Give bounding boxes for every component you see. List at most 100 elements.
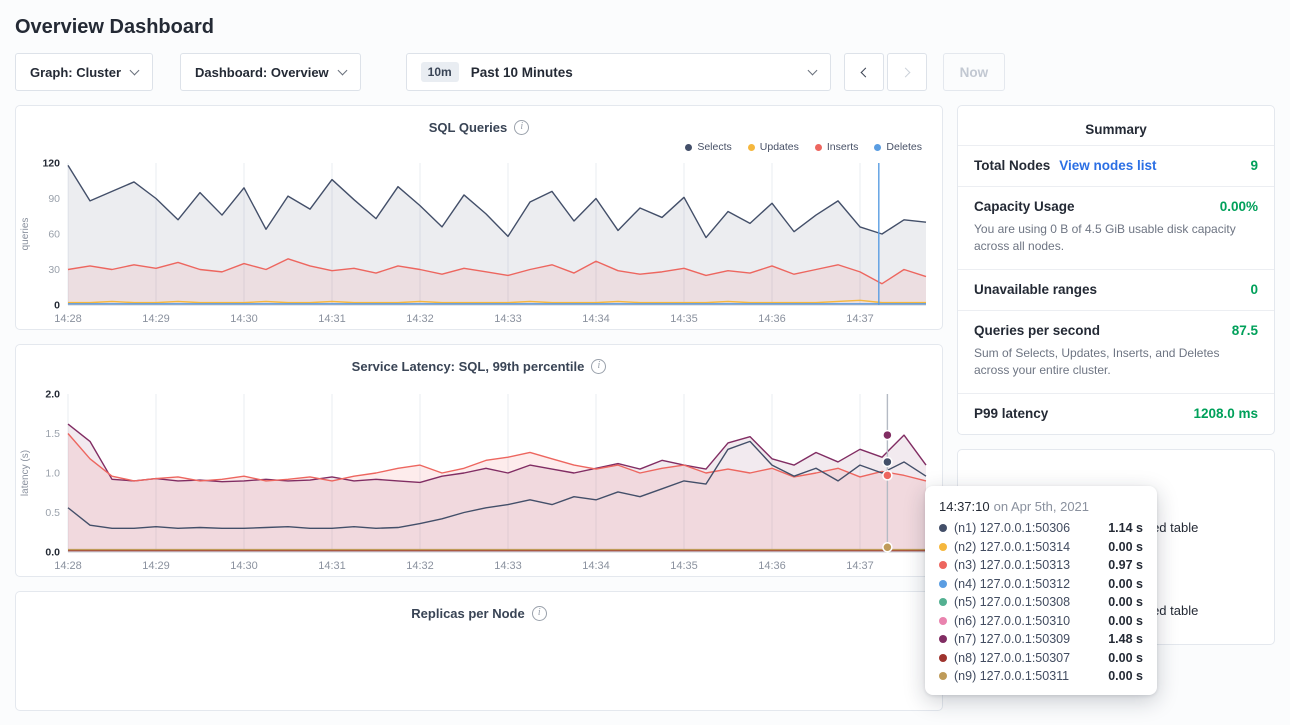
svg-text:14:37: 14:37 bbox=[846, 313, 874, 325]
tooltip-node-value: 0.00 s bbox=[1108, 595, 1143, 609]
svg-text:14:31: 14:31 bbox=[318, 560, 346, 572]
tooltip-row: (n2) 127.0.0.1:503140.00 s bbox=[939, 540, 1143, 554]
summary-subtext: You are using 0 B of 4.5 GiB usable disk… bbox=[974, 221, 1258, 256]
svg-text:14:36: 14:36 bbox=[758, 313, 786, 325]
svg-text:0: 0 bbox=[54, 300, 60, 312]
charts-column: SQL Queries SelectsUpdatesInsertsDeletes… bbox=[15, 105, 943, 725]
summary-label: Unavailable ranges bbox=[974, 282, 1097, 297]
tooltip-header: 14:37:10 on Apr 5th, 2021 bbox=[939, 499, 1143, 514]
tooltip-node-value: 1.48 s bbox=[1108, 632, 1143, 646]
svg-text:14:30: 14:30 bbox=[230, 313, 258, 325]
chevron-down-icon bbox=[807, 66, 817, 76]
tooltip-row: (n7) 127.0.0.1:503091.48 s bbox=[939, 632, 1143, 646]
chevron-left-icon bbox=[860, 67, 870, 77]
tooltip-row: (n9) 127.0.0.1:50311 0.00 s bbox=[939, 669, 1143, 683]
chart-header: Replicas per Node bbox=[16, 592, 942, 623]
summary-subtext: Sum of Selects, Updates, Inserts, and De… bbox=[974, 345, 1258, 380]
time-range-dropdown[interactable]: 10m Past 10 Minutes bbox=[406, 53, 831, 91]
chart-card-service-latency: Service Latency: SQL, 99th percentile 14… bbox=[15, 344, 943, 577]
legend-label: Deletes bbox=[886, 141, 922, 153]
svg-text:14:30: 14:30 bbox=[230, 560, 258, 572]
tooltip-date: on Apr 5th, 2021 bbox=[994, 499, 1089, 514]
summary-title: Summary bbox=[958, 106, 1274, 145]
tooltip-node-value: 0.97 s bbox=[1108, 558, 1143, 572]
node-dot-icon bbox=[939, 617, 947, 625]
svg-text:14:34: 14:34 bbox=[582, 560, 610, 572]
svg-text:90: 90 bbox=[48, 193, 60, 205]
svg-text:14:32: 14:32 bbox=[406, 560, 434, 572]
summary-rows: Total NodesView nodes list9Capacity Usag… bbox=[958, 145, 1274, 434]
service-latency-chart[interactable]: 14:2814:2914:3014:3114:3214:3314:3414:35… bbox=[16, 384, 942, 576]
summary-label: Total Nodes bbox=[974, 158, 1050, 173]
overview-dashboard-page: Overview Dashboard Graph: Cluster Dashbo… bbox=[0, 16, 1290, 725]
dashboard-selector-label: Dashboard: Overview bbox=[195, 65, 329, 80]
node-dot-icon bbox=[939, 654, 947, 662]
tooltip-row: (n3) 127.0.0.1:50313 0.97 s bbox=[939, 558, 1143, 572]
svg-text:14:32: 14:32 bbox=[406, 313, 434, 325]
summary-row: Unavailable ranges0 bbox=[958, 269, 1274, 310]
svg-text:120: 120 bbox=[42, 158, 60, 170]
legend-dot-icon bbox=[685, 144, 692, 151]
svg-text:14:36: 14:36 bbox=[758, 560, 786, 572]
svg-text:14:29: 14:29 bbox=[142, 313, 170, 325]
svg-text:1.0: 1.0 bbox=[45, 468, 60, 480]
tooltip-node-label: (n6) 127.0.0.1:50310 bbox=[954, 614, 1070, 628]
svg-text:1.5: 1.5 bbox=[45, 428, 60, 440]
sql-queries-chart[interactable]: 14:2814:2914:3014:3114:3214:3314:3414:35… bbox=[16, 153, 942, 329]
time-range-label: Past 10 Minutes bbox=[471, 65, 809, 80]
tooltip-node-value: 0.00 s bbox=[1108, 577, 1143, 591]
tooltip-row: (n4) 127.0.0.1:50312 0.00 s bbox=[939, 577, 1143, 591]
graph-selector-label: Graph: Cluster bbox=[30, 65, 121, 80]
legend-item[interactable]: Deletes bbox=[874, 141, 922, 153]
svg-text:14:31: 14:31 bbox=[318, 313, 346, 325]
time-prev-button[interactable] bbox=[844, 53, 884, 91]
summary-value: 1208.0 ms bbox=[1193, 406, 1258, 421]
dashboard-selector-dropdown[interactable]: Dashboard: Overview bbox=[180, 53, 361, 91]
legend-item[interactable]: Inserts bbox=[815, 141, 859, 153]
svg-text:14:33: 14:33 bbox=[494, 313, 522, 325]
legend-dot-icon bbox=[748, 144, 755, 151]
summary-link[interactable]: View nodes list bbox=[1059, 158, 1156, 173]
tooltip-rows: (n1) 127.0.0.1:503061.14 s (n2) 127.0.0.1… bbox=[939, 521, 1143, 683]
summary-card: Summary Total NodesView nodes list9Capac… bbox=[957, 105, 1275, 435]
tooltip-node-label: (n4) 127.0.0.1:50312 bbox=[954, 577, 1070, 591]
info-icon[interactable] bbox=[514, 120, 529, 135]
chart-header: Service Latency: SQL, 99th percentile bbox=[16, 345, 942, 376]
tooltip-row: (n8) 127.0.0.1:503070.00 s bbox=[939, 651, 1143, 665]
time-next-button[interactable] bbox=[887, 53, 927, 91]
tooltip-node-value: 0.00 s bbox=[1108, 540, 1143, 554]
summary-label: Capacity Usage bbox=[974, 199, 1075, 214]
legend-item[interactable]: Selects bbox=[685, 141, 731, 153]
chevron-right-icon bbox=[900, 67, 910, 77]
svg-text:14:35: 14:35 bbox=[670, 560, 698, 572]
tooltip-row: (n5) 127.0.0.1:503080.00 s bbox=[939, 595, 1143, 609]
legend-label: Selects bbox=[697, 141, 731, 153]
chart-card-replicas-per-node: Replicas per Node bbox=[15, 591, 943, 711]
sql-legend: Selects Updates Inserts Deletes bbox=[16, 137, 942, 153]
chart-tooltip: 14:37:10 on Apr 5th, 2021 (n1) 127.0.0.1:… bbox=[925, 486, 1157, 695]
summary-value: 87.5 bbox=[1232, 323, 1258, 338]
page-title: Overview Dashboard bbox=[15, 16, 1290, 39]
legend-item[interactable]: Updates bbox=[748, 141, 799, 153]
tooltip-node-value: 0.00 s bbox=[1108, 669, 1143, 683]
graph-selector-dropdown[interactable]: Graph: Cluster bbox=[15, 53, 153, 91]
info-icon[interactable] bbox=[532, 606, 547, 621]
summary-row: Queries per second87.5Sum of Selects, Up… bbox=[958, 310, 1274, 393]
svg-text:latency (s): latency (s) bbox=[20, 450, 31, 496]
summary-row: Total NodesView nodes list9 bbox=[958, 145, 1274, 186]
tooltip-time: 14:37:10 bbox=[939, 499, 990, 514]
tooltip-node-label: (n8) 127.0.0.1:50307 bbox=[954, 651, 1070, 665]
tooltip-node-value: 0.00 s bbox=[1108, 614, 1143, 628]
svg-text:queries: queries bbox=[20, 218, 31, 251]
svg-text:2.0: 2.0 bbox=[45, 389, 60, 401]
info-icon[interactable] bbox=[591, 359, 606, 374]
tooltip-node-label: (n3) 127.0.0.1:50313 bbox=[954, 558, 1070, 572]
chevron-down-icon bbox=[130, 66, 140, 76]
now-button[interactable]: Now bbox=[943, 53, 1006, 91]
svg-text:0.0: 0.0 bbox=[45, 547, 60, 559]
node-dot-icon bbox=[939, 635, 947, 643]
tooltip-row: (n1) 127.0.0.1:503061.14 s bbox=[939, 521, 1143, 535]
svg-text:14:33: 14:33 bbox=[494, 560, 522, 572]
toolbar: Graph: Cluster Dashboard: Overview 10m P… bbox=[15, 53, 1275, 91]
tooltip-node-label: (n9) 127.0.0.1:50311 bbox=[954, 669, 1069, 683]
